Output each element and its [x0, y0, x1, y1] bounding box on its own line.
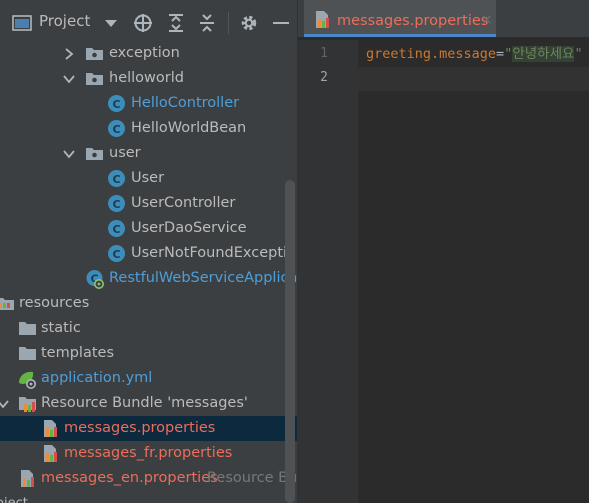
- class-icon: C: [107, 169, 126, 188]
- tree-label: messages_fr.properties: [64, 445, 233, 461]
- package-icon: [85, 44, 104, 63]
- dropdown-icon[interactable]: [101, 0, 121, 45]
- tree-node-user-dao-service[interactable]: C UserDaoService: [0, 216, 297, 241]
- tree-node-user[interactable]: user: [0, 141, 297, 166]
- tree-node-resource-bundle[interactable]: Resource Bundle 'messages': [0, 391, 297, 416]
- tree-label: application.yml: [41, 370, 153, 386]
- class-icon: C: [107, 119, 126, 138]
- chevron-down-icon[interactable]: [0, 391, 10, 416]
- property-quote: ": [574, 46, 583, 62]
- property-value: 안녕하세요: [512, 46, 575, 62]
- tree-label: UserNotFoundException: [131, 245, 297, 261]
- tree-node-restful-app[interactable]: C RestfulWebServiceApplication: [0, 266, 297, 291]
- tree-node-hello-controller[interactable]: C HelloController: [0, 91, 297, 116]
- class-icon: C: [107, 194, 126, 213]
- chevron-right-icon[interactable]: [62, 41, 76, 66]
- tree-node-hello-world-bean[interactable]: C HelloWorldBean: [0, 116, 297, 141]
- line-number: 1: [320, 46, 328, 61]
- project-header: Project: [0, 0, 297, 45]
- tree-node-user-class[interactable]: C User: [0, 166, 297, 191]
- tree-label: messages.properties: [64, 420, 216, 436]
- svg-text:C: C: [112, 223, 120, 236]
- tree-node-messages-fr[interactable]: messages_fr.properties: [0, 441, 297, 466]
- window-icon[interactable]: [10, 0, 34, 45]
- tree-hint: Resource Bundle 'messages': [207, 470, 297, 486]
- tree-node-resources[interactable]: resources: [0, 291, 297, 316]
- tree-node-exception[interactable]: exception: [0, 41, 297, 66]
- tree-label: messages_en.properties: [41, 470, 218, 486]
- class-icon: C: [107, 219, 126, 238]
- gear-icon[interactable]: [237, 0, 261, 45]
- tree-label: resources: [19, 295, 90, 311]
- class-icon: C: [107, 244, 126, 263]
- partial-label: oject: [0, 494, 28, 503]
- project-title[interactable]: Project: [39, 12, 90, 30]
- folder-icon: [18, 319, 37, 338]
- tree-label: templates: [41, 345, 115, 361]
- resources-folder-icon: [0, 294, 15, 313]
- spring-boot-class-icon: C: [85, 269, 104, 289]
- current-line-highlight: [358, 67, 589, 91]
- svg-text:C: C: [112, 248, 120, 261]
- header-divider: [228, 12, 229, 34]
- tree-label: helloworld: [109, 70, 184, 86]
- properties-file-icon: [18, 469, 37, 488]
- minimize-icon[interactable]: [270, 0, 292, 45]
- svg-text:C: C: [112, 98, 120, 111]
- tree-label: User: [131, 170, 165, 186]
- code-line-1[interactable]: greeting.message="안녕하세요": [366, 44, 583, 64]
- chevron-down-icon[interactable]: [62, 66, 76, 91]
- tree-label: static: [41, 320, 81, 336]
- tree-node-messages-properties[interactable]: messages.properties: [0, 416, 297, 441]
- tree-label: HelloWorldBean: [131, 120, 247, 136]
- tree-node-partial: oject: [0, 491, 297, 503]
- tree-node-messages-en[interactable]: messages_en.properties Resource Bundle '…: [0, 466, 297, 491]
- tree-node-helloworld[interactable]: helloworld: [0, 66, 297, 91]
- locate-icon[interactable]: [131, 0, 155, 45]
- spring-config-icon: [17, 369, 36, 389]
- tree-label: HelloController: [131, 95, 240, 111]
- chevron-down-icon[interactable]: [62, 141, 76, 166]
- expand-all-icon[interactable]: [164, 0, 188, 45]
- tree-label: UserController: [131, 195, 236, 211]
- tree-node-application-yml[interactable]: application.yml: [0, 366, 297, 391]
- tree-node-templates[interactable]: templates: [0, 341, 297, 366]
- line-number-gutter: 1 2: [298, 40, 358, 503]
- tree-node-user-controller[interactable]: C UserController: [0, 191, 297, 216]
- tree-label: RestfulWebServiceApplication: [109, 270, 297, 286]
- resource-bundle-icon: [18, 394, 37, 413]
- project-tool-window: Project exception helloworld C HelloCont…: [0, 0, 297, 503]
- property-equals: =: [496, 46, 505, 62]
- editor-tab-bar: messages.properties ×: [298, 0, 589, 37]
- tab-messages-properties[interactable]: messages.properties ×: [304, 0, 496, 37]
- properties-file-icon: [313, 10, 332, 29]
- package-icon: [85, 144, 104, 163]
- tab-label: messages.properties: [337, 13, 489, 29]
- tree-node-static[interactable]: static: [0, 316, 297, 341]
- property-key: greeting.message: [366, 46, 497, 62]
- svg-text:C: C: [112, 198, 120, 211]
- tree-node-user-not-found-exception[interactable]: C UserNotFoundException: [0, 241, 297, 266]
- tree-label: user: [109, 145, 141, 161]
- close-icon[interactable]: ×: [481, 12, 493, 28]
- class-icon: C: [107, 94, 126, 113]
- line-number: 2: [320, 70, 328, 85]
- properties-file-icon: [41, 419, 60, 438]
- project-scrollbar[interactable]: [285, 180, 295, 503]
- svg-text:C: C: [112, 173, 120, 186]
- folder-icon: [18, 344, 37, 363]
- properties-file-icon: [41, 444, 60, 463]
- collapse-all-icon[interactable]: [195, 0, 219, 45]
- tree-label: UserDaoService: [131, 220, 247, 236]
- tree-label: exception: [109, 45, 180, 61]
- svg-text:C: C: [112, 123, 120, 136]
- tree-label: Resource Bundle 'messages': [41, 395, 248, 411]
- package-icon: [85, 69, 104, 88]
- editor: messages.properties × 1 2 greeting.messa…: [297, 0, 589, 503]
